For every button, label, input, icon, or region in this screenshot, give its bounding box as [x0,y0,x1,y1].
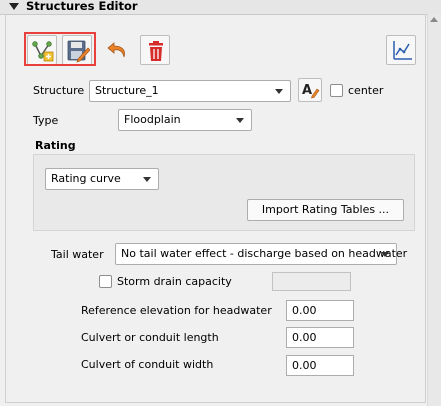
ref-elevation-input[interactable]: 0.00 [286,300,354,321]
tail-water-select[interactable]: No tail water effect - discharge based o… [115,243,407,265]
undo-icon [107,42,125,58]
storm-drain-checkbox[interactable] [99,275,112,288]
rating-heading: Rating [35,139,76,152]
chevron-down-icon [275,89,283,94]
axes-profile-icon [393,41,412,60]
center-label: center [348,84,384,97]
trash-icon [149,41,163,61]
rating-select-value: Rating curve [51,172,121,185]
tail-water-label: Tail water [51,248,104,261]
chevron-down-icon [381,252,389,257]
structure-label: Structure [33,84,85,97]
culvert-length-value: 0.00 [292,331,317,344]
collapse-arrow-icon[interactable] [9,3,19,10]
ref-elevation-label: Reference elevation for headwater [81,304,272,317]
import-rating-tables-button[interactable]: Import Rating Tables ... [247,199,404,221]
structure-select-value: Structure_1 [95,84,159,97]
profile-tool-button[interactable] [386,35,416,65]
chevron-down-icon [236,118,244,123]
center-checkbox[interactable] [330,84,343,97]
rename-text-icon: A [302,83,320,99]
undo-button[interactable] [103,35,133,65]
chevron-down-icon [143,177,151,182]
svg-text:A: A [302,83,312,98]
scrollbar[interactable] [427,14,441,406]
rating-select[interactable]: Rating curve [45,168,159,190]
ref-elevation-value: 0.00 [292,304,317,317]
tail-water-select-value: No tail water effect - discharge based o… [121,247,408,260]
type-select-value: Floodplain [124,113,181,126]
type-select[interactable]: Floodplain [118,109,252,131]
delete-structure-button[interactable] [140,35,170,65]
culvert-width-label: Culvert of conduit width [81,358,214,371]
panel-header[interactable]: Structures Editor [0,0,441,15]
rename-structure-button[interactable]: A [298,78,322,102]
highlight-frame [24,32,96,66]
culvert-width-input[interactable]: 0.00 [286,355,354,376]
culvert-length-input[interactable]: 0.00 [286,327,354,348]
type-label: Type [33,114,59,127]
structure-select[interactable]: Structure_1 [89,80,291,102]
panel-title: Structures Editor [26,0,138,13]
storm-drain-capacity-field [272,272,351,291]
culvert-length-label: Culvert or conduit length [81,331,219,344]
storm-drain-label: Storm drain capacity [117,275,232,288]
scroll-up-arrow-icon[interactable] [430,17,438,22]
culvert-width-value: 0.00 [292,359,317,372]
